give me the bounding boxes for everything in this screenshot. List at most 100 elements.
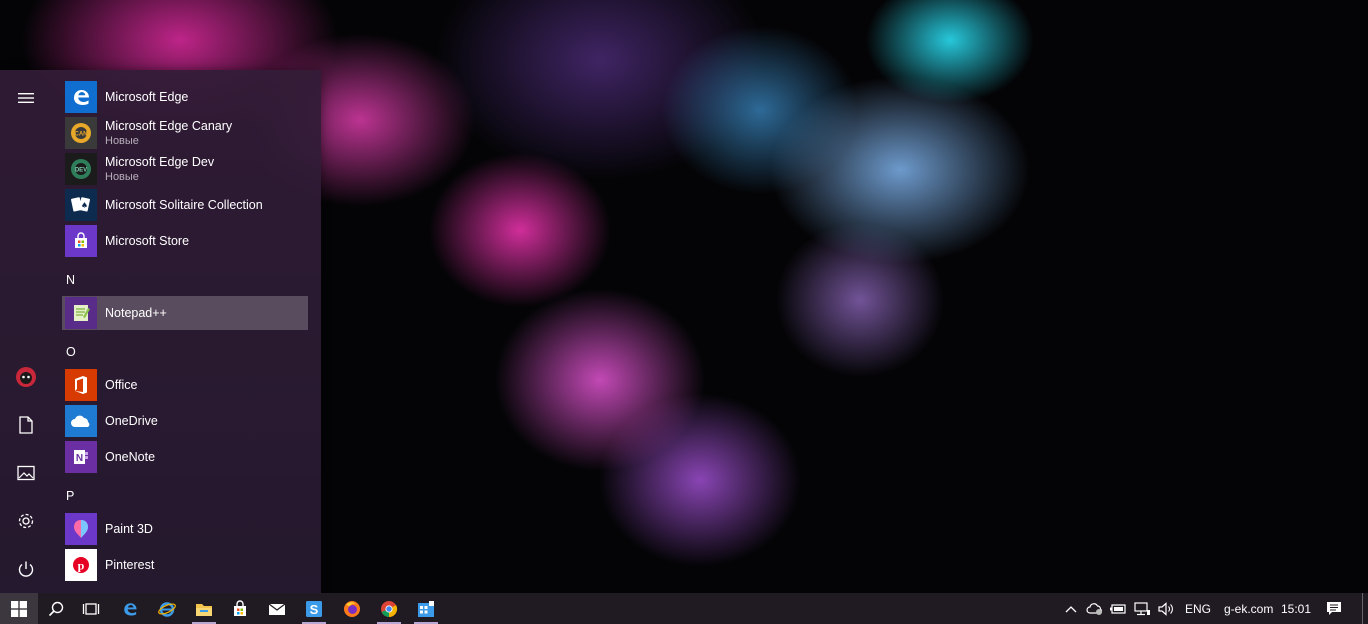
- taskbar-store[interactable]: [222, 593, 258, 624]
- onenote-icon: N: [65, 441, 97, 473]
- show-hidden-icons-button[interactable]: [1062, 593, 1080, 624]
- picture-icon: [17, 465, 35, 481]
- action-center-button[interactable]: [1322, 593, 1346, 624]
- taskbar-skype[interactable]: S: [296, 593, 332, 624]
- svg-text:p: p: [78, 559, 85, 573]
- app-name: OneNote: [105, 449, 156, 464]
- store-icon: [65, 225, 97, 257]
- search-icon: [48, 601, 64, 617]
- app-microsoft-store[interactable]: Microsoft Store: [62, 224, 308, 258]
- start-menu: Microsoft Edge CAN Microsoft Edge Canary…: [0, 70, 321, 593]
- taskbar-chrome[interactable]: [371, 593, 407, 624]
- app-pinterest[interactable]: p Pinterest: [62, 548, 308, 582]
- hamburger-icon: [17, 91, 35, 105]
- document-icon: [18, 416, 34, 434]
- app-name: Microsoft Edge Dev: [105, 154, 215, 169]
- svg-text:S: S: [310, 602, 319, 617]
- app-name: Microsoft Edge: [105, 89, 189, 104]
- app-list: Microsoft Edge CAN Microsoft Edge Canary…: [52, 70, 321, 593]
- app-new-label: Новые: [105, 170, 139, 183]
- taskbar-file-explorer[interactable]: [186, 593, 222, 624]
- app-name: Microsoft Store: [105, 233, 190, 248]
- gear-icon: [17, 512, 35, 530]
- app-name: Office: [105, 377, 138, 392]
- app-name: Microsoft Edge Canary: [105, 118, 233, 133]
- task-view-button[interactable]: [73, 593, 109, 624]
- cloud-sync-icon: [1086, 602, 1104, 616]
- chrome-icon: [380, 600, 398, 618]
- edge-canary-icon: CAN: [65, 117, 97, 149]
- search-button[interactable]: [38, 593, 74, 624]
- power-button[interactable]: [0, 547, 52, 591]
- start-button[interactable]: [0, 593, 38, 624]
- notepadpp-icon: [65, 297, 97, 329]
- edge-icon: [121, 600, 139, 618]
- pictures-button[interactable]: [0, 451, 52, 495]
- svg-text:N: N: [76, 453, 83, 464]
- taskbar-edge[interactable]: [112, 593, 148, 624]
- task-view-icon: [82, 601, 100, 617]
- internet-explorer-icon: [158, 600, 176, 618]
- svg-text:♠: ♠: [81, 201, 88, 210]
- app-office[interactable]: Office: [62, 368, 308, 402]
- app-name: OneDrive: [105, 413, 158, 428]
- app-paint-3d[interactable]: Paint 3D: [62, 512, 308, 546]
- speaker-icon: [1157, 601, 1175, 617]
- firefox-icon: [343, 600, 361, 618]
- group-header-o[interactable]: O: [66, 345, 76, 359]
- notification-icon: [1325, 601, 1343, 617]
- network-button[interactable]: [1131, 593, 1153, 624]
- input-language-indicator[interactable]: ENG: [1185, 593, 1211, 624]
- app-name: Notepad++: [105, 305, 167, 320]
- svg-text:CAN: CAN: [75, 132, 88, 138]
- edge-icon: [65, 81, 97, 113]
- site-watermark: g-ek.com: [1224, 601, 1274, 616]
- onedrive-icon: [65, 405, 97, 437]
- taskbar-mail[interactable]: [259, 593, 295, 624]
- app-microsoft-solitaire-collection[interactable]: ♠ Microsoft Solitaire Collection: [62, 188, 308, 222]
- app-onedrive[interactable]: OneDrive: [62, 404, 308, 438]
- taskbar: S ENG g-ek.com 15:01: [0, 593, 1368, 624]
- taskbar-internet-explorer[interactable]: [149, 593, 185, 624]
- chevron-up-icon: [1065, 605, 1077, 613]
- edge-dev-icon: DEV: [65, 153, 97, 185]
- show-desktop-divider[interactable]: [1362, 593, 1363, 624]
- store-icon: [231, 599, 249, 618]
- battery-icon: [1109, 603, 1127, 615]
- expand-menu-button[interactable]: [0, 76, 52, 120]
- user-account-button[interactable]: [0, 355, 52, 399]
- clock[interactable]: 15:01: [1281, 593, 1311, 624]
- app-microsoft-edge-canary[interactable]: CAN Microsoft Edge Canary Новые: [62, 116, 308, 150]
- group-header-p[interactable]: P: [66, 489, 74, 503]
- taskbar-app-grid[interactable]: [408, 593, 444, 624]
- app-notepadpp[interactable]: Notepad++: [62, 296, 308, 330]
- avatar: [15, 366, 37, 388]
- app-s-icon: S: [305, 600, 323, 618]
- app-name: Pinterest: [105, 557, 155, 572]
- power-icon: [17, 560, 35, 578]
- network-icon: [1133, 601, 1151, 617]
- office-icon: [65, 369, 97, 401]
- svg-text:DEV: DEV: [75, 168, 87, 174]
- mail-icon: [268, 602, 286, 616]
- settings-button[interactable]: [0, 499, 52, 543]
- documents-button[interactable]: [0, 403, 52, 447]
- group-header-n[interactable]: N: [66, 273, 75, 287]
- app-onenote[interactable]: N OneNote: [62, 440, 308, 474]
- app-microsoft-edge[interactable]: Microsoft Edge: [62, 80, 308, 114]
- onedrive-tray-button[interactable]: [1085, 593, 1105, 624]
- app-name: Microsoft Solitaire Collection: [105, 197, 263, 212]
- windows-icon: [11, 600, 27, 617]
- pinterest-icon: p: [65, 549, 97, 581]
- folder-icon: [195, 601, 213, 617]
- app-name: Paint 3D: [105, 521, 153, 536]
- taskbar-firefox[interactable]: [334, 593, 370, 624]
- app-microsoft-edge-dev[interactable]: DEV Microsoft Edge Dev Новые: [62, 152, 308, 186]
- app-new-label: Новые: [105, 134, 139, 147]
- app-grid-icon: [417, 600, 435, 618]
- start-menu-rail: [0, 70, 52, 593]
- solitaire-icon: ♠: [65, 189, 97, 221]
- battery-button[interactable]: [1108, 593, 1128, 624]
- paint3d-icon: [65, 513, 97, 545]
- volume-button[interactable]: [1156, 593, 1176, 624]
